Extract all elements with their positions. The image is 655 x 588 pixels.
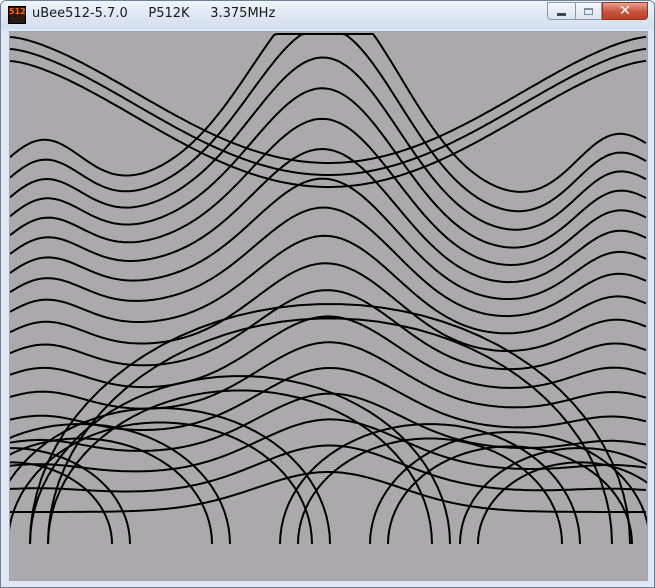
emulator-window: 512 uBee512-5.7.0 P512K 3.375MHz ✕ (0, 0, 655, 588)
wave-line (10, 289, 647, 371)
wave-line (10, 315, 647, 389)
wave-line (10, 87, 647, 249)
wave-line (10, 367, 647, 431)
wave-graphics (10, 33, 647, 545)
app-icon[interactable]: 512 (8, 6, 26, 24)
minimize-icon (557, 12, 566, 16)
maximize-button[interactable] (575, 2, 602, 20)
wave-line (10, 56, 647, 231)
wave-line (10, 60, 647, 188)
minimize-button[interactable] (547, 2, 575, 20)
bottom-arch (47, 389, 433, 545)
wave-line (10, 206, 647, 318)
close-icon: ✕ (619, 3, 631, 19)
bottom-arch (459, 447, 647, 545)
wave-line (10, 392, 647, 452)
wave-line (10, 147, 647, 284)
emulator-display[interactable] (9, 31, 648, 581)
wave-line (10, 341, 647, 410)
title-bar[interactable]: 512 uBee512-5.7.0 P512K 3.375MHz ✕ (1, 1, 654, 29)
wave-line (10, 48, 647, 176)
app-icon-label: 512 (9, 7, 26, 16)
bottom-arch (10, 447, 131, 545)
maximize-icon (584, 7, 593, 15)
wave-line (10, 33, 647, 213)
wave-line (10, 117, 647, 267)
close-button[interactable]: ✕ (602, 2, 648, 20)
window-title: uBee512-5.7.0 P512K 3.375MHz (32, 6, 276, 21)
